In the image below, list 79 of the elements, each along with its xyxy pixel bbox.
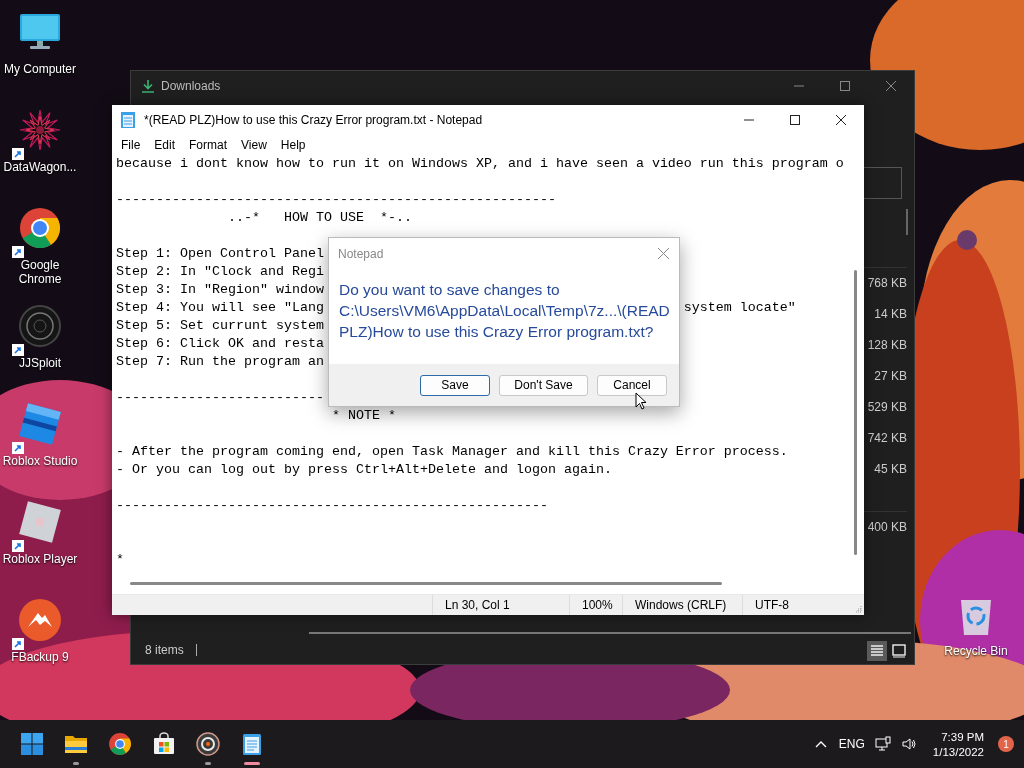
language-indicator[interactable]: ENG <box>838 737 865 751</box>
tiles-view-button[interactable] <box>889 641 909 661</box>
text-line: * NOTE * <box>330 407 396 425</box>
menu-item[interactable]: View <box>234 138 274 152</box>
file-size: 768 KB <box>866 275 907 292</box>
scrollbar-thumb[interactable] <box>130 582 722 585</box>
desktop-icon-label[interactable]: My Computer <box>1 62 79 76</box>
tile-icon <box>891 643 907 659</box>
text-line: - Or you can log out by press Ctrl+Alt+Delete and logon again. <box>116 461 612 479</box>
text-line: Step 5: Set currunt system <box>116 317 324 335</box>
text-line: - After the program coming end, open Task Manager and kill this Crazy Error process. <box>116 443 788 461</box>
status-text: Windows (CRLF) <box>635 598 727 612</box>
shopping-bag-icon[interactable] <box>152 732 176 756</box>
clock-date[interactable]: 1/13/2022 <box>932 745 984 758</box>
desktop-icon-label[interactable]: FBackup 9 <box>1 650 79 664</box>
network-icon[interactable] <box>874 736 891 752</box>
menu-item[interactable]: Help <box>273 138 313 152</box>
desktop-icon-label[interactable]: DataWagon... <box>1 160 79 174</box>
notepad-icon <box>120 111 136 129</box>
text-line: Step 3: In "Region" window <box>116 281 324 299</box>
maximize-icon <box>840 81 850 91</box>
mountain-icon[interactable] <box>18 598 62 642</box>
dialog-title: Notepad <box>338 247 384 261</box>
text-line: ------------------------------------------------------ <box>116 497 548 515</box>
text-line: -------------------------- <box>116 389 324 407</box>
file-size: 742 KB <box>866 430 907 447</box>
status-text: Ln 30, Col 1 <box>445 598 510 612</box>
start-icon[interactable] <box>20 732 44 756</box>
file-size: 529 KB <box>866 399 907 416</box>
menu-item[interactable]: Edit <box>147 138 183 152</box>
desktop-icon-label[interactable]: Roblox Studio <box>1 454 79 468</box>
desktop-icon-label[interactable]: Recycle Bin <box>937 644 1015 658</box>
list-icon <box>869 643 885 659</box>
window-title: Downloads <box>161 79 221 93</box>
dialog-button[interactable]: Don't Save <box>499 374 588 396</box>
text-line: system locate" <box>683 299 796 317</box>
star-icon[interactable] <box>18 108 62 152</box>
desktop-icon-label[interactable]: JJSploit <box>1 356 79 370</box>
text-line: Step 4: You will see "Lang <box>116 299 324 317</box>
dialog-button[interactable]: Cancel <box>597 374 667 396</box>
dialog-message: Do you want to save changes to C:\Users\VM6\AppData\Local\Temp\7z...\(READ PLZ)How to use this Crazy Error program.txt? <box>339 280 671 342</box>
clock-time[interactable]: 7:39 PM <box>941 730 984 743</box>
text-line: because i dont know how to run it on Windows XP, and i have seen a video run this program o <box>116 155 844 173</box>
window-title: *(READ PLZ)How to use this Crazy Error program.txt - Notepad <box>144 113 483 127</box>
status-text: 100% <box>582 598 613 612</box>
disc-icon[interactable] <box>196 732 220 756</box>
menu-item[interactable]: Format <box>182 138 235 152</box>
text-line: Step 2: In "Clock and Regi <box>116 263 324 281</box>
close-icon <box>836 115 846 125</box>
tricolor-circle-icon[interactable] <box>108 732 132 756</box>
file-size: 27 KB <box>873 368 907 385</box>
text-line: ..-* HOW TO USE *-.. <box>226 209 412 227</box>
file-size: 400 KB <box>866 519 907 536</box>
scrollbar-thumb[interactable] <box>906 209 908 235</box>
tricolor-circle-icon[interactable] <box>18 206 62 250</box>
download-icon <box>141 79 155 93</box>
file-size: 45 KB <box>873 461 907 478</box>
speaker-icon[interactable] <box>900 736 917 752</box>
scrollbar-thumb[interactable] <box>309 632 911 634</box>
close-icon[interactable] <box>658 248 669 259</box>
status-text: UTF-8 <box>755 598 789 612</box>
details-view-button[interactable] <box>867 641 887 661</box>
text-line: * <box>116 551 124 569</box>
item-count: 8 items <box>145 643 184 657</box>
text-line: Step 6: Click OK and resta <box>116 335 324 353</box>
maximize-icon <box>790 115 800 125</box>
text-line: ------------------------------------------------------- <box>116 191 556 209</box>
desktop-icon-label[interactable]: Google Chrome <box>1 258 79 286</box>
ring-icon[interactable] <box>18 304 62 348</box>
scrollbar-thumb[interactable] <box>854 270 857 555</box>
menu-item[interactable]: File <box>114 138 148 152</box>
desktop-icon-label[interactable]: Roblox Player <box>1 552 79 566</box>
text-line: Step 1: Open Control Panel <box>116 245 324 263</box>
dialog-button[interactable]: Save <box>420 374 490 396</box>
file-size: 128 KB <box>866 337 907 354</box>
notepad-icon[interactable] <box>240 732 264 756</box>
close-icon <box>886 81 896 91</box>
text-line: Step 7: Run the program an <box>116 353 324 371</box>
file-size: 14 KB <box>873 306 907 323</box>
